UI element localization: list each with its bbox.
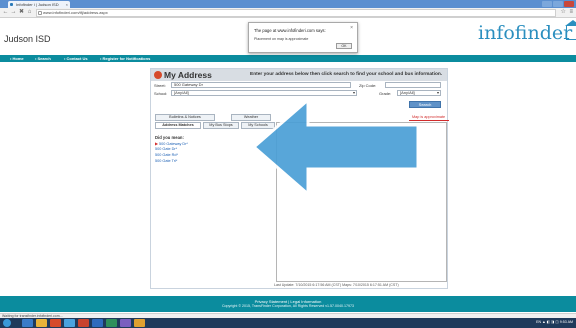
window-controls (542, 1, 574, 7)
infofinder-logo[interactable]: infofinder i (478, 22, 576, 44)
url-text: www.infofinderi.com/tfj/address.aspx (43, 10, 108, 15)
dialog-close-icon[interactable]: × (350, 25, 353, 31)
street-value: 500 Gateway Dr (174, 82, 203, 87)
grade-select[interactable]: [Any/All] ▾ (397, 90, 441, 96)
browser-tab[interactable]: Infofinder i | Judson ISD × (8, 1, 70, 8)
chevron-down-icon: ▾ (352, 90, 355, 95)
panel-title: My Address (164, 70, 212, 80)
logo-text: infofinder (478, 22, 573, 44)
school-value: [Any/All] (174, 90, 189, 95)
school-label: School: (154, 91, 168, 96)
house-pin-icon (154, 71, 162, 79)
footer-copyright: Copyright © 2015, TransFinder Corporatio… (221, 304, 355, 308)
home-icon[interactable]: ⌂ (26, 9, 33, 16)
result-link[interactable]: 500 Gate Dr* (155, 147, 177, 151)
system-tray[interactable]: EN ▲ ◧ ◨ ◫ 9:53 AM (536, 320, 573, 324)
panel-header: My Address Enter your address below then… (151, 69, 447, 81)
alert-dialog: The page at www.infofinderi.com says: × … (248, 22, 358, 53)
star-menu-icons[interactable]: ☆ ≡ (560, 9, 574, 16)
address-bar[interactable]: www.infofinderi.com/tfj/address.aspx (36, 9, 556, 17)
dialog-title: The page at www.infofinderi.com says: (254, 28, 326, 33)
window-close-button[interactable] (564, 1, 574, 7)
street-label: Street: (154, 83, 166, 88)
folder-icon[interactable] (36, 319, 47, 327)
ie-icon[interactable] (22, 319, 33, 327)
tab-address-matches[interactable]: Address Matches (155, 122, 201, 129)
house-logo-icon (565, 20, 576, 40)
page-icon (38, 11, 42, 15)
menu-item-contact[interactable]: • Contact Us (64, 55, 88, 62)
results-heading: Did you mean: (155, 135, 184, 140)
school-select[interactable]: [Any/All] ▾ (171, 90, 357, 96)
result-link[interactable]: 500 Gate Trl* (155, 159, 177, 163)
outlook-icon[interactable] (134, 319, 145, 327)
maximize-button[interactable] (553, 1, 563, 7)
result-link[interactable]: 500 Gateway Dr* (155, 141, 188, 146)
forward-arrow-icon[interactable]: → (10, 9, 17, 16)
grade-label: Grade: (379, 91, 392, 96)
app-icon[interactable] (120, 319, 131, 327)
chevron-down-icon: ▾ (436, 90, 439, 95)
street-input[interactable]: 500 Gateway Dr (171, 82, 351, 88)
tab-bulletins[interactable]: Bulletins & Notices (155, 114, 215, 121)
dialog-ok-button[interactable]: OK (336, 43, 352, 49)
tab-favicon-icon (10, 3, 13, 6)
stop-icon[interactable]: ✖ (18, 9, 25, 16)
browser-app-icon[interactable] (64, 319, 75, 327)
zip-label: Zip Code: (359, 83, 377, 88)
minimize-button[interactable] (542, 1, 552, 7)
excel-icon[interactable] (106, 319, 117, 327)
menu-item-home[interactable]: • Home (10, 55, 24, 62)
tab-my-bus-stops[interactable]: My Bus Stops (203, 122, 239, 129)
back-arrow-icon[interactable]: ← (2, 9, 9, 16)
browser-title-bar: Infofinder i | Judson ISD × (0, 0, 576, 8)
start-button-icon[interactable] (3, 319, 11, 327)
browser-nav-bar: ← → ✖ ⌂ www.infofinderi.com/tfj/address.… (0, 8, 576, 18)
last-update-text: Last Update: 7/10/2015 6:17:56 AM (CST) … (274, 283, 399, 287)
tab-close-icon[interactable]: × (66, 1, 68, 8)
grade-value: [Any/All] (400, 90, 415, 95)
window-title (200, 0, 380, 8)
site-title: Judson ISD (4, 34, 51, 44)
panel-subtitle: Enter your address below then click sear… (250, 72, 443, 77)
word-icon[interactable] (92, 319, 103, 327)
dialog-message: Placement on map is approximate (254, 37, 309, 41)
menu-item-register[interactable]: • Register for Notifications (100, 55, 150, 62)
left-arrow-overlay-icon (252, 98, 420, 196)
site-footer: Privacy Statement | Legal Information Co… (0, 296, 576, 312)
site-menu-bar: • Home • Search • Contact Us • Register … (0, 55, 576, 62)
tab-label: Infofinder i | Judson ISD (16, 2, 59, 7)
zip-input[interactable] (385, 82, 441, 88)
menu-item-search[interactable]: • Search (35, 55, 51, 62)
powerpoint-icon[interactable] (78, 319, 89, 327)
result-link[interactable]: 500 Gate Rd* (155, 153, 178, 157)
windows-taskbar: EN ▲ ◧ ◨ ◫ 9:53 AM (0, 318, 576, 328)
media-icon[interactable] (50, 319, 61, 327)
